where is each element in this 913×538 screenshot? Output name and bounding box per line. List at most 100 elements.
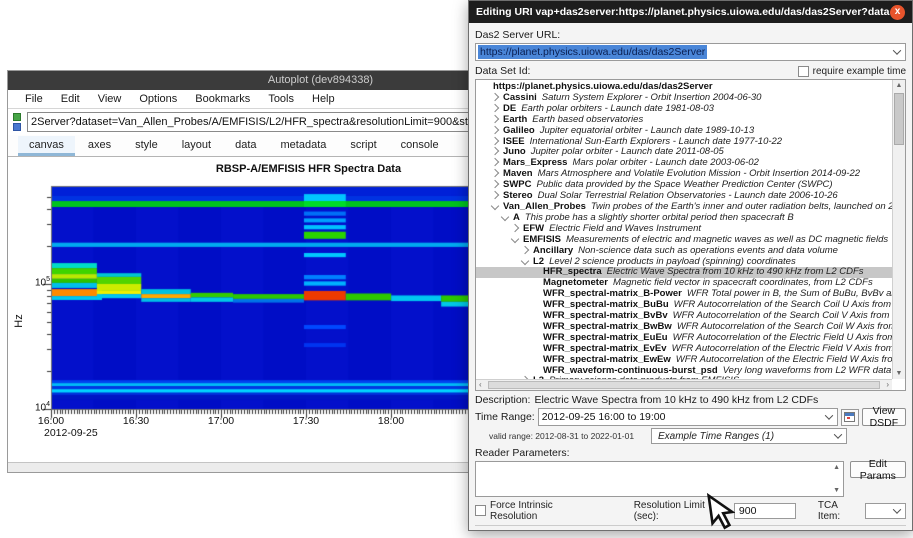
uri-type-icon: [13, 112, 23, 133]
menu-file[interactable]: File: [16, 90, 52, 108]
chevron-right-icon[interactable]: [491, 180, 499, 188]
reader-parameters-textarea[interactable]: ▲ ▼: [475, 461, 844, 497]
tree-spacer: [532, 323, 538, 329]
server-url-value: https://planet.physics.uiowa.edu/das/das…: [478, 45, 707, 59]
chevron-right-icon[interactable]: [491, 136, 499, 144]
x-tick-1800: 18:00: [369, 415, 413, 427]
tree-item-desc: WFR Autocorrelation of the Search Coil W…: [677, 321, 906, 332]
tree-spacer: [532, 312, 538, 318]
menu-options[interactable]: Options: [130, 90, 186, 108]
valid-range-label: valid range: 2012-08-31 to 2022-01-01: [489, 431, 634, 441]
tree-item-name: Earth: [503, 114, 527, 125]
tree-item-desc: WFR Autocorrelation of the Search Coil U…: [674, 299, 906, 310]
tree-spacer: [532, 268, 538, 274]
calendar-picker-button[interactable]: [841, 409, 859, 426]
tree-item-desc: Non-science data such as operations even…: [578, 245, 838, 256]
close-icon[interactable]: x: [890, 5, 905, 20]
tca-item-combobox[interactable]: [865, 503, 906, 519]
tree-item-name: WFR_spectral-matrix_EwEw: [543, 354, 671, 365]
tree-item-Earth[interactable]: Earth Earth based observatories: [476, 115, 892, 126]
chevron-down-icon[interactable]: [889, 504, 905, 518]
tree-item-desc: Jupiter polar orbiter - Launch date 2011…: [531, 146, 724, 157]
chevron-right-icon[interactable]: [491, 104, 499, 112]
tree-item-name: WFR_spectral-matrix_BuBu: [543, 299, 669, 310]
tree-item-name: Mars_Express: [503, 157, 567, 168]
chevron-right-icon[interactable]: [491, 191, 499, 199]
menu-tools[interactable]: Tools: [259, 90, 303, 108]
force-intrinsic-resolution-checkbox[interactable]: [475, 505, 486, 516]
menu-bookmarks[interactable]: Bookmarks: [186, 90, 259, 108]
tab-style[interactable]: style: [124, 136, 169, 156]
x-tick-1730: 17:30: [284, 415, 328, 427]
tree-item-name: WFR_spectral-matrix_B-Power: [543, 288, 682, 299]
tree-item-desc: WFR Autocorrelation of the Electric Fiel…: [673, 332, 906, 343]
tree-vscroll-thumb[interactable]: [894, 93, 904, 145]
chevron-down-icon[interactable]: [830, 429, 846, 443]
tree-item-desc: Earth polar orbiters - Launch date 1981-…: [521, 103, 714, 114]
chevron-right-icon[interactable]: [521, 245, 529, 253]
tree-item-desc: Public data provided by the Space Weathe…: [537, 179, 833, 190]
tree-item-desc: WFR Total power in B, the Sum of BuBu, B…: [687, 288, 906, 299]
scroll-left-icon[interactable]: ‹: [479, 380, 482, 390]
resolution-limit-field[interactable]: [734, 503, 796, 519]
example-time-ranges-value: Example Time Ranges (1): [652, 431, 830, 442]
tab-script[interactable]: script: [339, 136, 387, 156]
time-range-value: 2012-09-25 16:00 to 19:00: [539, 411, 821, 423]
time-range-combobox[interactable]: 2012-09-25 16:00 to 19:00: [538, 408, 838, 426]
edit-params-button[interactable]: Edit Params: [850, 461, 906, 478]
chevron-right-icon[interactable]: [511, 224, 519, 232]
require-example-time-checkbox[interactable]: [798, 66, 809, 77]
tab-canvas[interactable]: canvas: [18, 136, 75, 156]
chevron-right-icon[interactable]: [491, 158, 499, 166]
tree-item-name: WFR_spectral-matrix_EuEu: [543, 332, 668, 343]
chevron-down-icon[interactable]: [821, 409, 837, 425]
tree-item-name: HFR_spectra: [543, 266, 602, 277]
tab-axes[interactable]: axes: [77, 136, 122, 156]
server-url-combobox[interactable]: https://planet.physics.uiowa.edu/das/das…: [475, 43, 906, 61]
tree-item-Galileo[interactable]: GalileoJupiter equatorial orbiter - Laun…: [476, 126, 892, 137]
scroll-up-icon[interactable]: ▲: [893, 82, 905, 89]
chevron-right-icon[interactable]: [491, 114, 499, 122]
example-time-ranges-combobox[interactable]: Example Time Ranges (1): [651, 428, 847, 444]
tree-item-desc: Earth based observatories: [532, 114, 643, 125]
tree-item-desc: Level 2 science products in payload (spi…: [549, 256, 796, 267]
tree-spacer: [482, 83, 488, 89]
tab-layout[interactable]: layout: [171, 136, 222, 156]
tree-vertical-scrollbar[interactable]: ▲ ▼: [892, 80, 905, 379]
tree-item-name: ISEE: [503, 136, 525, 147]
scroll-down-icon[interactable]: ▼: [893, 370, 905, 377]
menu-edit[interactable]: Edit: [52, 90, 89, 108]
tree-item-name: Stereo: [503, 190, 533, 201]
chevron-down-icon[interactable]: [501, 213, 509, 221]
scroll-down-icon[interactable]: ▼: [831, 487, 843, 494]
tree-item-name: SWPC: [503, 179, 532, 190]
chevron-down-icon[interactable]: [521, 256, 529, 264]
tree-item-name: Maven: [503, 168, 533, 179]
dialog-title: Editing URI vap+das2server:https://plane…: [476, 6, 890, 18]
tree-hscroll-thumb[interactable]: [488, 381, 880, 389]
menu-help[interactable]: Help: [303, 90, 344, 108]
chevron-right-icon[interactable]: [491, 93, 499, 101]
chevron-down-icon[interactable]: [491, 202, 499, 210]
scroll-up-icon[interactable]: ▲: [831, 464, 843, 471]
tree-item-name: WFR_spectral-matrix_EvEv: [543, 343, 667, 354]
tree-spacer: [532, 279, 538, 285]
tab-metadata[interactable]: metadata: [270, 136, 338, 156]
chevron-right-icon[interactable]: [491, 169, 499, 177]
scroll-right-icon[interactable]: ›: [886, 380, 889, 390]
tree-item-desc: Magnetic field vector in spacecraft coor…: [613, 277, 873, 288]
chevron-down-icon[interactable]: [511, 234, 519, 242]
view-dsdf-button[interactable]: View DSDF: [862, 408, 906, 426]
chevron-right-icon[interactable]: [491, 125, 499, 133]
tree-item-name: L2: [533, 256, 544, 267]
tree-horizontal-scrollbar[interactable]: ‹ ›: [476, 379, 892, 390]
chevron-right-icon[interactable]: [491, 147, 499, 155]
chevron-down-icon[interactable]: [889, 44, 905, 60]
tab-console[interactable]: console: [390, 136, 450, 156]
dialog-titlebar[interactable]: Editing URI vap+das2server:https://plane…: [469, 1, 912, 23]
tree-item-name: WFR_waveform-continuous-burst_psd: [543, 365, 718, 376]
tab-data[interactable]: data: [224, 136, 267, 156]
menu-view[interactable]: View: [89, 90, 131, 108]
tree-item-name: Juno: [503, 146, 526, 157]
tca-item-label: TCA Item:: [818, 500, 861, 522]
